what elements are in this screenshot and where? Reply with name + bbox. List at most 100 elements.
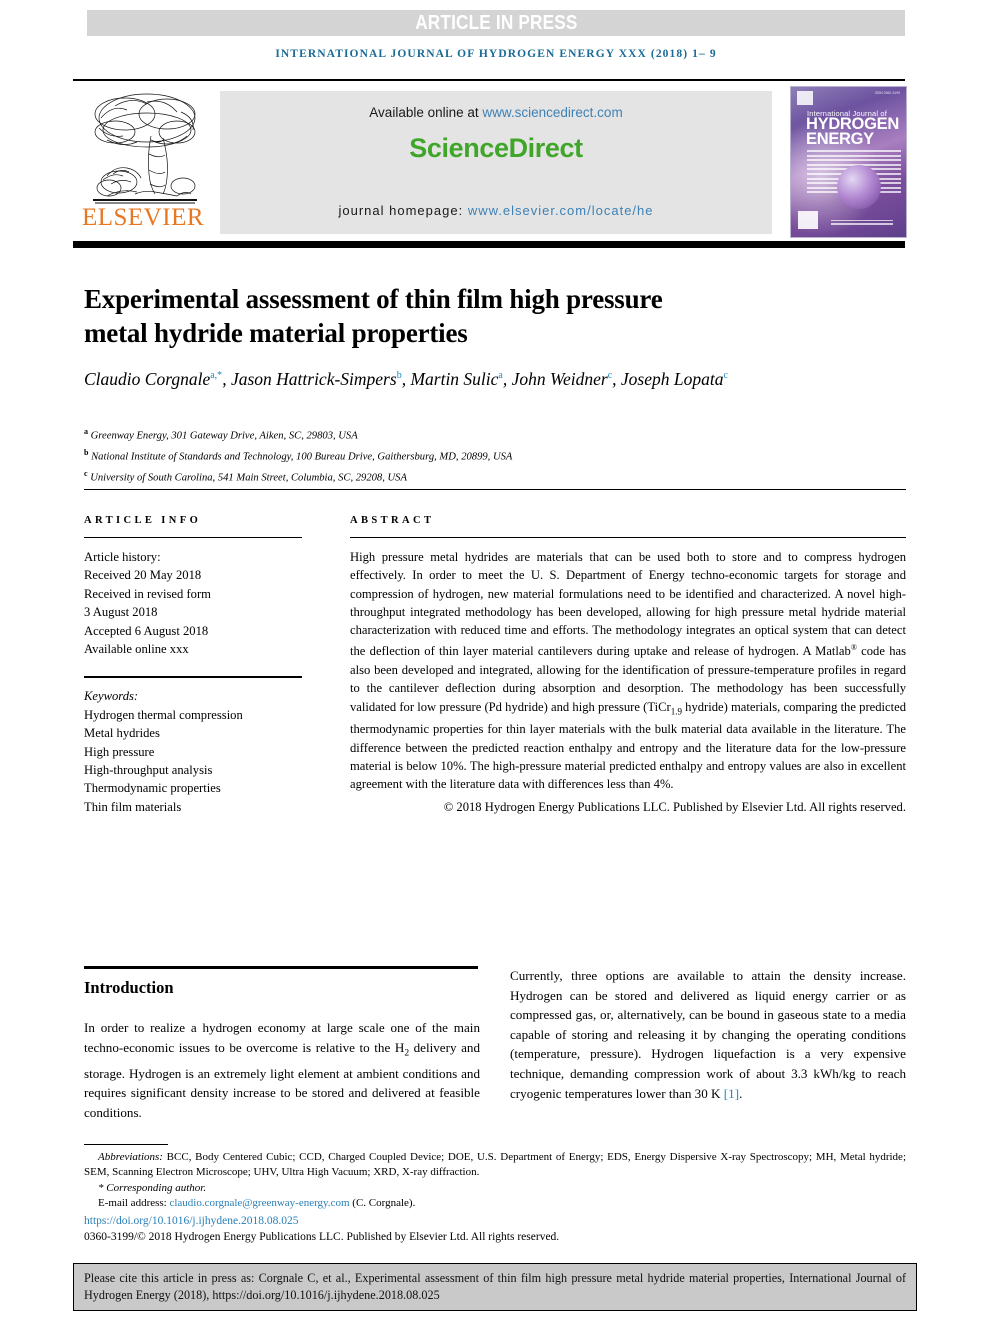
author-name[interactable]: John Weidner (512, 369, 608, 389)
right-paragraph-end: . (739, 1085, 743, 1101)
journal-running-head: INTERNATIONAL JOURNAL OF HYDROGEN ENERGY… (275, 48, 717, 60)
cover-issn-label: ISSN 0360-3199 (874, 91, 900, 95)
keywords-body: Keywords: Hydrogen thermal compression M… (84, 687, 302, 816)
keyword-item[interactable]: Thin film materials (84, 798, 302, 816)
body-column-left: In order to realize a hydrogen economy a… (84, 1018, 480, 1123)
article-history-item: 3 August 2018 (84, 605, 158, 620)
author-affil-mark: a,* (210, 370, 223, 381)
abstract-part1: High pressure metal hydrides are materia… (350, 550, 906, 659)
cover-ihea-badge-icon (798, 211, 818, 229)
cover-top-row: ISSN 0360-3199 (797, 91, 900, 107)
corresponding-author-footnote: * Corresponding author. (98, 1181, 207, 1194)
body-paragraph: In order to realize a hydrogen economy a… (84, 1018, 480, 1123)
abstract-body: High pressure metal hydrides are materia… (350, 548, 906, 794)
cover-ijhe-logo-icon (797, 91, 813, 105)
author-name[interactable]: Joseph Lopata (621, 369, 724, 389)
journal-homepage-link[interactable]: www.elsevier.com/locate/he (468, 203, 654, 218)
author-name[interactable]: Claudio Corgnale (84, 369, 210, 389)
keywords-rule (84, 676, 302, 679)
email-label: E-mail address: (98, 1197, 170, 1210)
cover-energy-word: ENERGY (806, 130, 874, 148)
keyword-item[interactable]: High-throughput analysis (84, 761, 302, 779)
available-online-line: Available online at www.sciencedirect.co… (220, 105, 772, 120)
journal-cover-image: ISSN 0360-3199 International Journal of … (790, 86, 907, 238)
keywords-label: Keywords: (84, 689, 139, 704)
affiliation-mark: c (84, 469, 88, 479)
introduction-rule (84, 966, 478, 969)
article-history-item: Accepted 6 August 2018 (84, 623, 209, 638)
article-history-label: Article history: (84, 550, 161, 564)
keyword-item[interactable]: Metal hydrides (84, 724, 302, 742)
article-history-block: Article history: Received 20 May 2018 Re… (84, 548, 302, 658)
keyword-item[interactable]: Hydrogen thermal compression (84, 706, 302, 724)
abbreviations-footnote: Abbreviations: BCC, Body Centered Cubic;… (84, 1150, 906, 1181)
authors-bottom-rule (84, 489, 906, 490)
author-affil-mark: c (723, 370, 728, 381)
masthead-bottom-rule (73, 241, 905, 248)
author-list: Claudio Corgnalea,*, Jason Hattrick-Simp… (84, 368, 728, 389)
masthead: ELSEVIER Available online at www.science… (73, 86, 907, 238)
journal-homepage-prefix: journal homepage: (338, 203, 468, 218)
article-history-item: Received in revised form (84, 586, 211, 601)
article-info-rule (84, 537, 302, 538)
email-link[interactable]: claudio.corgnale@greenway-energy.com (169, 1197, 349, 1209)
footnote-rule (84, 1144, 168, 1145)
article-page: ARTICLE IN PRESS INTERNATIONAL JOURNAL O… (0, 0, 992, 1323)
abstract-subscript: 1.9 (670, 706, 682, 717)
right-paragraph-text: Currently, three options are available t… (510, 968, 906, 1101)
author-affil-mark: b (396, 370, 402, 381)
elsevier-tree-icon (85, 88, 203, 206)
affiliation-list: a Greenway Energy, 301 Gateway Drive, Ai… (84, 424, 844, 487)
affiliation-item: a Greenway Energy, 301 Gateway Drive, Ai… (84, 424, 844, 445)
affiliation-text: University of South Carolina, 541 Main S… (90, 472, 407, 484)
affiliation-text: National Institute of Standards and Tech… (91, 451, 513, 463)
page-title: Experimental assessment of thin film hig… (84, 284, 663, 349)
cite-this-article-text: Please cite this article in press as: Co… (84, 1271, 906, 1302)
keyword-item[interactable]: High pressure (84, 743, 302, 761)
cover-footer-lines (831, 219, 893, 227)
cover-sphere-graphic (837, 165, 881, 209)
author-affil-mark: a (498, 370, 503, 381)
article-info-column: ARTICLE INFO Article history: Received 2… (84, 515, 302, 816)
article-info-heading: ARTICLE INFO (84, 515, 202, 526)
article-in-press-banner: ARTICLE IN PRESS (87, 10, 905, 36)
abstract-heading: ABSTRACT (350, 515, 435, 526)
article-history-item: Received 20 May 2018 (84, 568, 202, 583)
cite-this-article-box: Please cite this article in press as: Co… (73, 1263, 917, 1311)
email-suffix: (C. Corgnale). (349, 1197, 416, 1210)
keywords-block: Keywords: Hydrogen thermal compression M… (84, 676, 302, 816)
author-name[interactable]: Jason Hattrick-Simpers (231, 369, 397, 389)
elsevier-wordmark: ELSEVIER (81, 204, 205, 231)
author-name[interactable]: Martin Sulic (410, 369, 498, 389)
cover-title-line2: HYDROGEN ENERGY (806, 116, 906, 148)
abbreviations-text: BCC, Body Centered Cubic; CCD, Charged C… (84, 1151, 906, 1179)
sciencedirect-band: Available online at www.sciencedirect.co… (220, 91, 772, 234)
introduction-heading: Introduction (84, 978, 174, 997)
abstract-copyright: © 2018 Hydrogen Energy Publications LLC.… (443, 799, 906, 814)
affiliation-item: b National Institute of Standards and Te… (84, 445, 844, 466)
affiliation-mark: a (84, 427, 88, 436)
body-paragraph: Currently, three options are available t… (510, 966, 906, 1103)
doi-link[interactable]: https://doi.org/10.1016/j.ijhydene.2018.… (84, 1214, 906, 1229)
affiliation-item: c University of South Carolina, 541 Main… (84, 466, 844, 487)
issn-copyright-line: 0360-3199/© 2018 Hydrogen Energy Publica… (84, 1231, 560, 1244)
sciencedirect-url-link[interactable]: www.sciencedirect.com (482, 105, 622, 120)
masthead-top-rule (73, 79, 905, 81)
email-footnote: E-mail address: claudio.corgnale@greenwa… (84, 1196, 906, 1211)
author-affil-mark: c (607, 370, 613, 381)
article-in-press-label: ARTICLE IN PRESS (414, 11, 578, 34)
footnotes-block: Abbreviations: BCC, Body Centered Cubic;… (84, 1150, 906, 1245)
abbreviations-label: Abbreviations: (98, 1151, 163, 1163)
available-online-prefix: Available online at (369, 105, 483, 120)
affiliation-text: Greenway Energy, 301 Gateway Drive, Aike… (90, 430, 358, 442)
affiliation-mark: b (84, 448, 89, 458)
elsevier-logo: ELSEVIER (73, 86, 213, 236)
body-column-right: Currently, three options are available t… (510, 966, 906, 1103)
sciencedirect-wordmark[interactable]: ScienceDirect (220, 133, 772, 164)
article-history-item: Available online xxx (84, 642, 189, 657)
abstract-rule (350, 537, 906, 538)
journal-homepage-line: journal homepage: www.elsevier.com/locat… (220, 203, 772, 218)
abstract-column: ABSTRACT High pressure metal hydrides ar… (350, 515, 906, 816)
keyword-item[interactable]: Thermodynamic properties (84, 779, 302, 797)
reference-link-1[interactable]: [1] (724, 1086, 739, 1101)
